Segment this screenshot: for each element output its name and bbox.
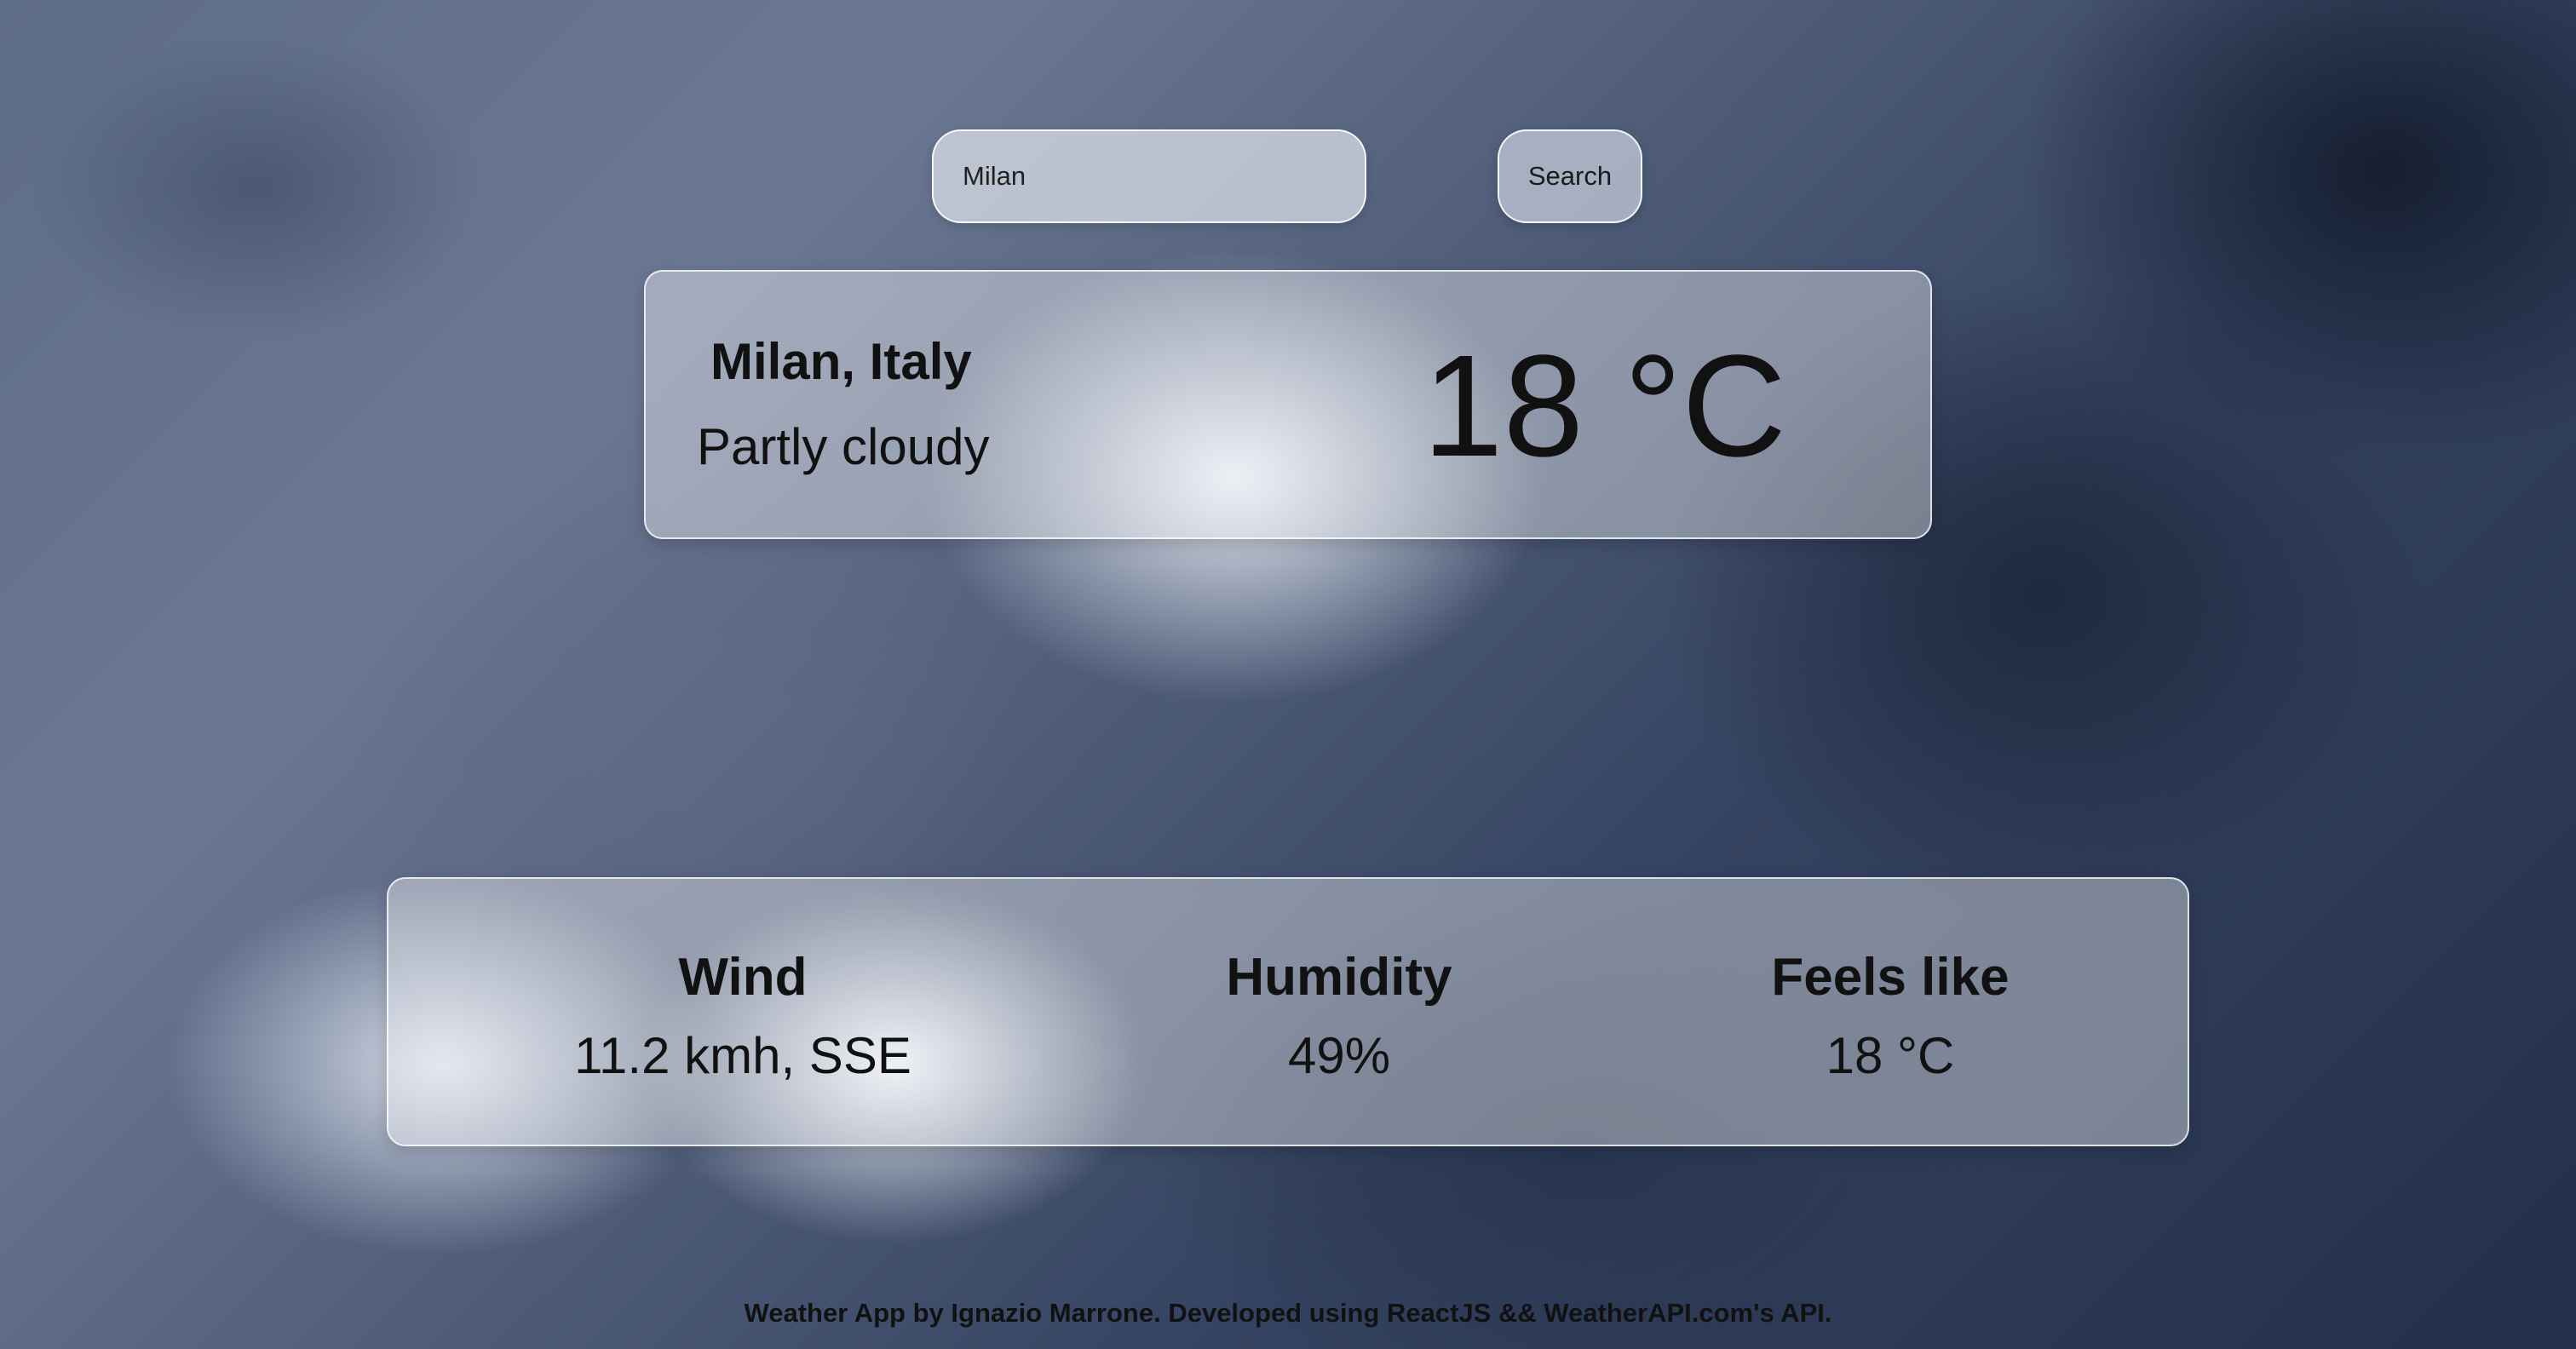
current-temperature: 18 °C [1423,325,1787,487]
humidity-value: 49% [1287,1027,1391,1084]
search-button[interactable]: Search [1498,129,1642,223]
location-title: Milan, Italy [710,333,972,390]
wind-value: 11.2 kmh, SSE [574,1027,911,1084]
feels-like-value: 18 °C [1826,1027,1955,1084]
humidity-label: Humidity [1226,948,1452,1007]
footer-credit: Weather App by Ignazio Marrone. Develope… [744,1298,1832,1328]
feels-like-label: Feels like [1771,948,2010,1007]
wind-label: Wind [678,948,808,1007]
search-input[interactable] [932,129,1366,223]
feels-like-stat: Feels like 18 °C [1669,879,2112,1085]
wind-stat: Wind 11.2 kmh, SSE [521,879,964,1085]
humidity-stat: Humidity 49% [1118,879,1561,1085]
weather-condition: Partly cloudy [697,418,990,475]
weather-stats-card: Wind 11.2 kmh, SSE Humidity 49% Feels li… [387,877,2189,1146]
